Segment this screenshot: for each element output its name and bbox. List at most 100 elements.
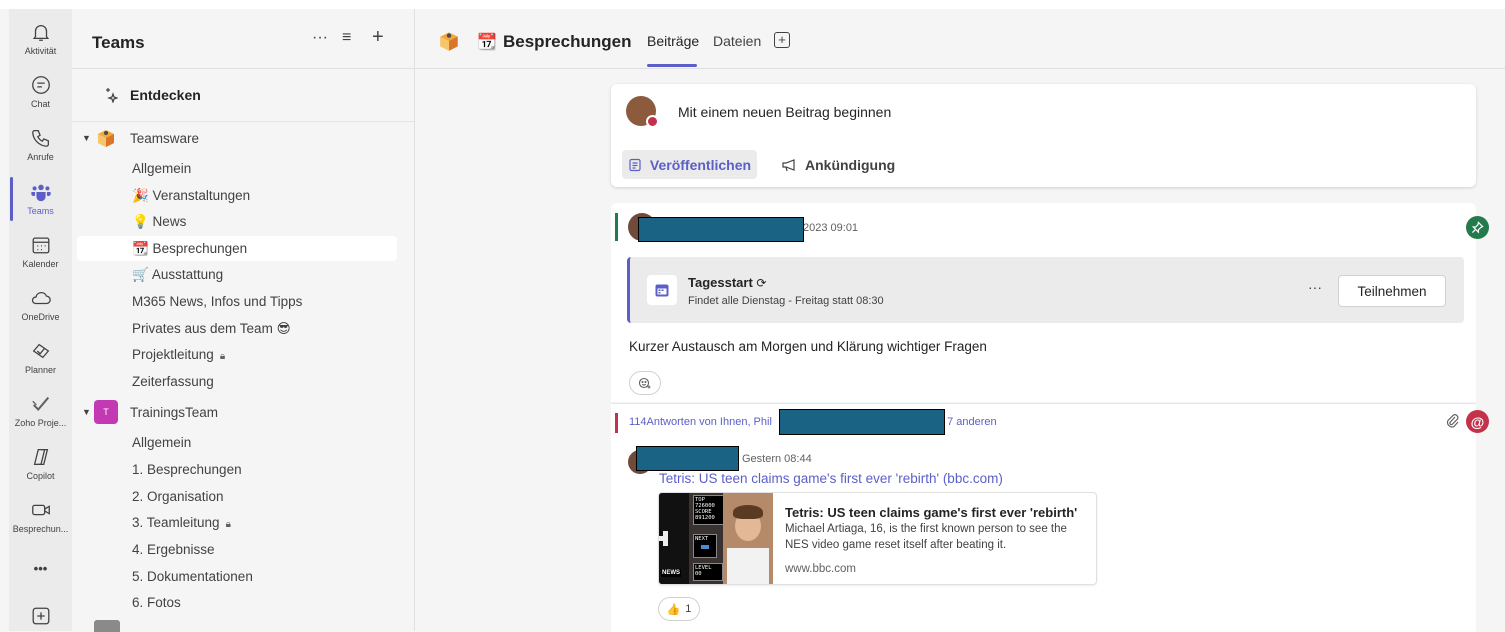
channel-item[interactable]: 1. Besprechungen bbox=[132, 462, 242, 477]
top-strip bbox=[0, 0, 1505, 9]
post-meeting: 2023 09:01 Tagesstart ⟳ Findet alle Dien… bbox=[611, 203, 1476, 402]
channel-item[interactable]: M365 News, Infos und Tipps bbox=[132, 294, 302, 309]
next-label: NEXT bbox=[695, 536, 709, 542]
channel-item[interactable]: 2. Organisation bbox=[132, 489, 224, 504]
sparkle-icon bbox=[106, 88, 118, 103]
announcement-button[interactable]: Ankündigung bbox=[781, 150, 895, 179]
channel-header: 📆 Besprechungen Beiträge Dateien + bbox=[415, 9, 1505, 69]
rail-item-planner[interactable]: Planner bbox=[9, 340, 72, 375]
like-reaction[interactable]: 👍 1 bbox=[658, 597, 700, 621]
rail-label: Teams bbox=[27, 206, 54, 216]
publish-button[interactable]: Veröffentlichen bbox=[622, 150, 757, 179]
channel-item[interactable]: Privates aus dem Team 😎 bbox=[132, 321, 291, 337]
tetris-next-panel: NEXT bbox=[693, 534, 717, 558]
channel-item[interactable]: 5. Dokumentationen bbox=[132, 569, 253, 584]
tab-files[interactable]: Dateien bbox=[713, 33, 761, 49]
rail-label: Chat bbox=[30, 99, 50, 109]
rail-label: Copilot bbox=[26, 471, 55, 481]
teamsware-logo-icon bbox=[98, 130, 114, 147]
rail-item-calls[interactable]: Anrufe bbox=[9, 127, 72, 162]
rail-item-teams[interactable]: Teams bbox=[9, 177, 72, 221]
channel-item[interactable]: 6. Fotos bbox=[132, 595, 181, 610]
rail-item-zoho[interactable]: Zoho Proje... bbox=[9, 393, 72, 428]
teams-icon bbox=[30, 184, 51, 202]
channel-item[interactable]: 💡 News bbox=[132, 214, 186, 230]
compose-box[interactable]: Mit einem neuen Beitrag beginnen Veröffe… bbox=[611, 84, 1476, 187]
pin-shape-icon bbox=[1471, 221, 1484, 234]
card-description: Michael Artiaga, 16, is the first known … bbox=[785, 523, 1067, 551]
card-title: Tetris: US teen claims game's first ever… bbox=[785, 505, 1078, 520]
more-apps-button[interactable]: ••• bbox=[9, 561, 72, 576]
filter-button[interactable]: ≡ bbox=[342, 29, 351, 47]
rail-item-onedrive[interactable]: OneDrive bbox=[9, 287, 72, 322]
card-url: www.bbc.com bbox=[785, 563, 856, 575]
rail-label: Anrufe bbox=[27, 152, 54, 162]
meeting-card[interactable]: Tagesstart ⟳ Findet alle Dienstag - Frei… bbox=[627, 257, 1464, 323]
tetris-level-panel: LEVEL 00 bbox=[693, 563, 723, 581]
mention-icon[interactable]: @ bbox=[1466, 410, 1489, 433]
rail-item-meetings[interactable]: Besprechun... bbox=[9, 499, 72, 534]
rail-item-activity[interactable]: Aktivität bbox=[9, 21, 72, 56]
meeting-more-button[interactable]: ··· bbox=[1308, 279, 1322, 295]
phone-icon bbox=[31, 130, 49, 147]
reply-timestamp: Gestern 08:44 bbox=[742, 453, 812, 465]
link-preview-card[interactable]: TOP 726000 SCORE 891200 NEXT LEVEL 00 NEWS T… bbox=[658, 492, 1097, 585]
post-timestamp: 2023 09:01 bbox=[803, 222, 859, 234]
channel-item-private[interactable]: 3. Teamleitung 🔒︎ bbox=[132, 515, 231, 530]
channel-item[interactable]: Zeiterfassung bbox=[132, 374, 214, 389]
publish-label: Veröffentlichen bbox=[649, 156, 752, 173]
channel-item[interactable]: 🎉 Veranstaltungen bbox=[132, 188, 250, 204]
hair-shape bbox=[733, 505, 763, 519]
channel-item[interactable]: 4. Ergebnisse bbox=[132, 542, 215, 557]
tetris-score-panel: TOP 726000 SCORE 891200 bbox=[693, 495, 727, 525]
more-options-button[interactable]: ··· bbox=[312, 29, 328, 47]
announcement-label: Ankündigung bbox=[805, 156, 896, 173]
channel-item[interactable]: Allgemein bbox=[132, 435, 191, 450]
next-piece bbox=[701, 545, 709, 549]
new-post-input[interactable]: Mit einem neuen Beitrag beginnen bbox=[678, 104, 891, 120]
caret-down-icon[interactable]: ▼ bbox=[82, 407, 94, 417]
team-avatar: T bbox=[94, 400, 118, 424]
rail-item-copilot[interactable]: Copilot bbox=[9, 446, 72, 481]
channel-item-active[interactable]: 📆 Besprechungen bbox=[132, 241, 247, 257]
channel-item[interactable]: Allgemein bbox=[132, 161, 191, 176]
team-trainingsteam[interactable]: ▼ T TrainingsTeam bbox=[82, 400, 218, 424]
article-link[interactable]: Tetris: US teen claims game's first ever… bbox=[659, 471, 1003, 486]
tab-posts[interactable]: Beiträge bbox=[647, 33, 699, 49]
rail-label: Kalender bbox=[22, 259, 59, 269]
megaphone-icon bbox=[782, 158, 795, 171]
pin-icon[interactable] bbox=[1466, 216, 1489, 239]
rail-item-chat[interactable]: Chat bbox=[9, 74, 72, 109]
discover-item[interactable]: Entdecken bbox=[102, 87, 201, 103]
caret-down-icon[interactable]: ▼ bbox=[82, 133, 94, 143]
add-team-button[interactable]: + bbox=[372, 26, 384, 49]
channel-item[interactable]: 🛒 Ausstattung bbox=[132, 267, 223, 283]
calendar-icon: 📆 bbox=[477, 34, 497, 51]
level-value: 00 bbox=[695, 571, 702, 577]
pane-title: Teams bbox=[92, 33, 145, 52]
team-name: Teamsware bbox=[130, 130, 200, 146]
divider bbox=[72, 121, 414, 122]
replies-section: 114Antworten von Ihnen, Phil d 7 anderen … bbox=[611, 403, 1476, 632]
discover-label: Entdecken bbox=[130, 87, 201, 103]
teamsware-logo-icon bbox=[440, 32, 458, 51]
add-app-button[interactable] bbox=[9, 605, 72, 627]
channel-item-private[interactable]: Projektleitung 🔒︎ bbox=[132, 347, 225, 362]
add-tab-button[interactable]: + bbox=[774, 32, 790, 48]
cloud-icon bbox=[31, 292, 51, 305]
redacted-name bbox=[636, 446, 739, 471]
bell-icon bbox=[32, 25, 49, 41]
score-value: 891200 bbox=[695, 515, 715, 521]
add-reaction-button[interactable] bbox=[629, 371, 661, 395]
team-avatar bbox=[94, 620, 120, 632]
rail-item-calendar[interactable]: Kalender bbox=[9, 234, 72, 269]
channel-title: Besprechungen bbox=[503, 32, 632, 51]
rail-label: Besprechun... bbox=[12, 524, 69, 534]
team-teamsware[interactable]: ▼ Teamsware bbox=[82, 126, 199, 150]
add-app-icon bbox=[32, 607, 49, 625]
shirt-shape bbox=[727, 548, 769, 584]
paperclip-shape bbox=[1446, 414, 1459, 428]
post-accent-bar bbox=[615, 213, 618, 241]
join-button[interactable]: Teilnehmen bbox=[1338, 275, 1446, 307]
calendar-icon bbox=[32, 237, 49, 254]
